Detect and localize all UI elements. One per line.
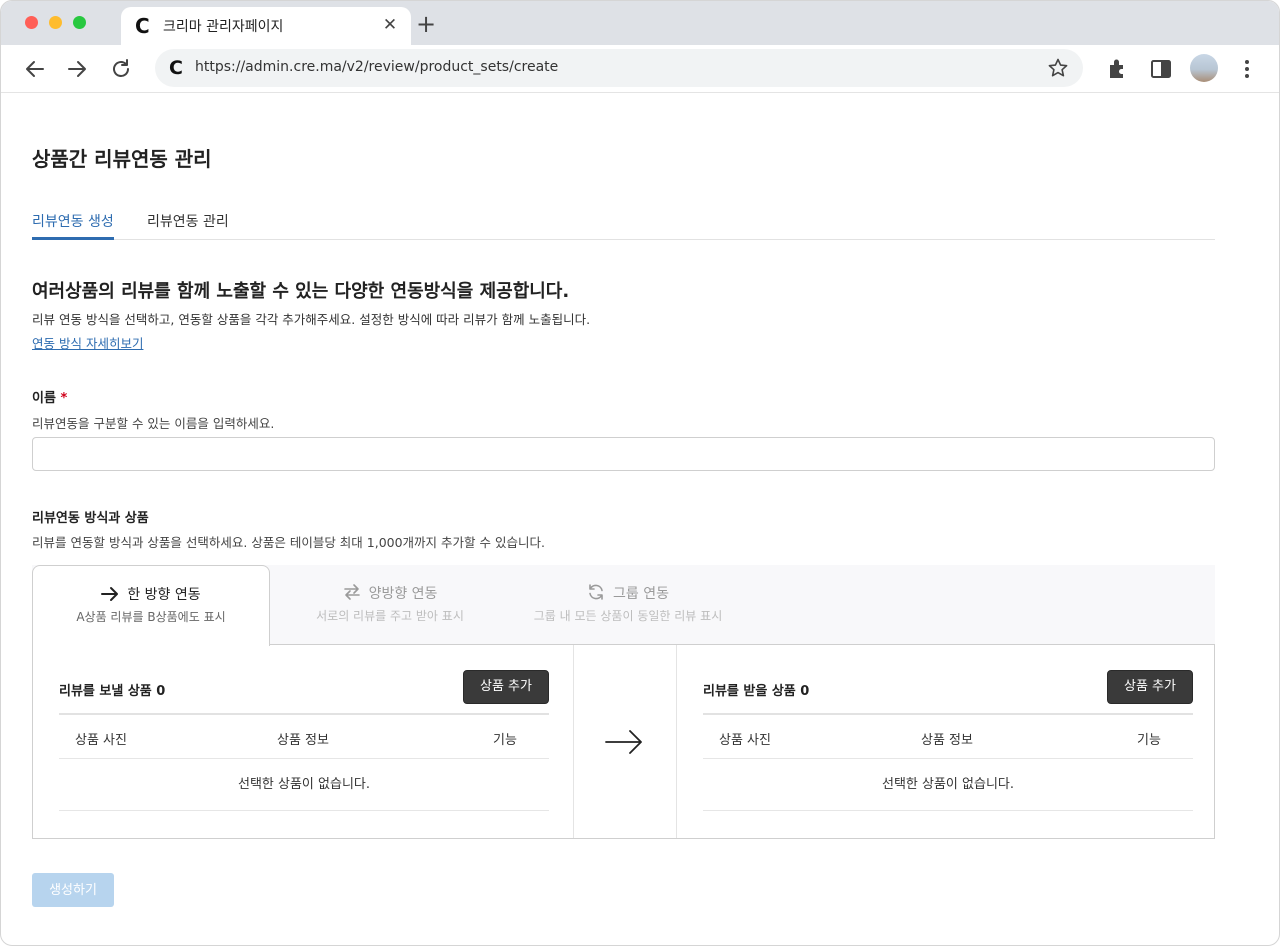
page-tabs: 리뷰연동 생성 리뷰연동 관리 [32,197,1215,240]
url-text[interactable]: https://admin.cre.ma/v2/review/product_s… [195,59,558,75]
method-one-way[interactable]: 한 방향 연동 A상품 리뷰를 B상품에도 표시 [32,565,270,646]
back-arrow-icon[interactable] [21,55,49,83]
method-section-label: 리뷰연동 방식과 상품 [32,511,149,526]
method-group[interactable]: 그룹 연동 그룹 내 모든 상품이 동일한 리뷰 표시 [510,565,746,645]
add-sender-product-button[interactable]: 상품 추가 [463,670,549,704]
name-input[interactable] [32,437,1215,471]
swap-arrows-icon [343,584,360,600]
method-two-way-subtitle: 서로의 리뷰를 주고 받아 표시 [316,609,464,623]
address-bar[interactable]: C https://admin.cre.ma/v2/review/product… [155,49,1083,87]
create-button[interactable]: 생성하기 [32,873,114,907]
arrow-right-icon [605,730,642,754]
sender-products: 리뷰를 보낼 상품 0 상품 추가 상품 사진 상품 정보 기능 선택한 상품이… [33,645,574,838]
required-mark: * [60,391,68,406]
add-receiver-product-button[interactable]: 상품 추가 [1107,670,1193,704]
arrow-right-icon [101,587,119,601]
tab-create[interactable]: 리뷰연동 생성 [32,211,114,240]
column-actions: 기능 [1137,733,1161,748]
name-field-help: 리뷰연동을 구분할 수 있는 이름을 입력하세요. [32,416,275,431]
profile-avatar[interactable] [1190,54,1218,82]
tab-strip: C 크리마 관리자페이지 ✕ + [1,1,1279,45]
extensions-icon[interactable] [1105,56,1131,82]
favicon-icon: C [135,14,150,38]
close-tab-icon[interactable]: ✕ [379,14,401,36]
receiver-table-header: 상품 사진 상품 정보 기능 [703,713,1193,759]
intro-description: 리뷰 연동 방식을 선택하고, 연동할 상품을 각각 추가해주세요. 설정한 방… [32,312,591,327]
side-panel-icon[interactable] [1148,56,1174,82]
sender-empty-state: 선택한 상품이 없습니다. [59,760,549,811]
maximize-window-button[interactable] [73,16,86,29]
intro-heading: 여러상품의 리뷰를 함께 노출할 수 있는 다양한 연동방식을 제공합니다. [32,281,570,302]
column-info: 상품 정보 [277,733,329,748]
kebab-menu-icon[interactable] [1234,56,1260,82]
forward-arrow-icon[interactable] [63,55,91,83]
sender-table-header: 상품 사진 상품 정보 기능 [59,713,549,759]
new-tab-button[interactable]: + [413,11,439,37]
method-group-title: 그룹 연동 [613,586,669,602]
browser-window: C 크리마 관리자페이지 ✕ + C https://admin.cre.ma/… [0,0,1280,946]
refresh-icon [589,584,603,600]
receiver-products: 리뷰를 받을 상품 0 상품 추가 상품 사진 상품 정보 기능 선택한 상품이… [676,645,1214,838]
sender-title: 리뷰를 보낼 상품 0 [59,684,166,699]
tab-manage[interactable]: 리뷰연동 관리 [147,211,229,240]
star-icon[interactable] [1047,57,1069,79]
product-link-panel: 리뷰를 보낼 상품 0 상품 추가 상품 사진 상품 정보 기능 선택한 상품이… [32,644,1215,839]
receiver-empty-state: 선택한 상품이 없습니다. [703,760,1193,811]
tab-title: 크리마 관리자페이지 [163,19,284,35]
method-two-way[interactable]: 양방향 연동 서로의 리뷰를 주고 받아 표시 [270,565,510,645]
method-title: 그룹 연동 [510,583,746,603]
method-selector: 한 방향 연동 A상품 리뷰를 B상품에도 표시 양방향 연동 서로의 리뷰를 … [32,565,1215,646]
column-photo: 상품 사진 [719,733,771,748]
method-group-subtitle: 그룹 내 모든 상품이 동일한 리뷰 표시 [533,609,723,623]
name-field-label: 이름 * [32,387,67,406]
method-one-way-subtitle: A상품 리뷰를 B상품에도 표시 [76,610,226,624]
browser-toolbar: C https://admin.cre.ma/v2/review/product… [1,45,1279,93]
column-photo: 상품 사진 [75,733,127,748]
direction-indicator [574,645,676,838]
column-info: 상품 정보 [921,733,973,748]
minimize-window-button[interactable] [49,16,62,29]
site-logo-icon: C [169,57,183,79]
page-title: 상품간 리뷰연동 관리 [32,147,212,171]
method-two-way-title: 양방향 연동 [368,586,438,602]
column-actions: 기능 [493,733,517,748]
reload-icon[interactable] [107,55,135,83]
method-title: 양방향 연동 [270,583,510,603]
receiver-title: 리뷰를 받을 상품 0 [703,684,810,699]
method-one-way-title: 한 방향 연동 [127,587,201,603]
method-title: 한 방향 연동 [33,584,269,604]
close-window-button[interactable] [25,16,38,29]
name-label-text: 이름 [32,391,56,406]
method-details-link[interactable]: 연동 방식 자세히보기 [32,333,143,352]
method-section-help: 리뷰를 연동할 방식과 상품을 선택하세요. 상품은 테이블당 최대 1,000… [32,535,545,550]
browser-tab[interactable]: C 크리마 관리자페이지 ✕ [121,7,411,45]
